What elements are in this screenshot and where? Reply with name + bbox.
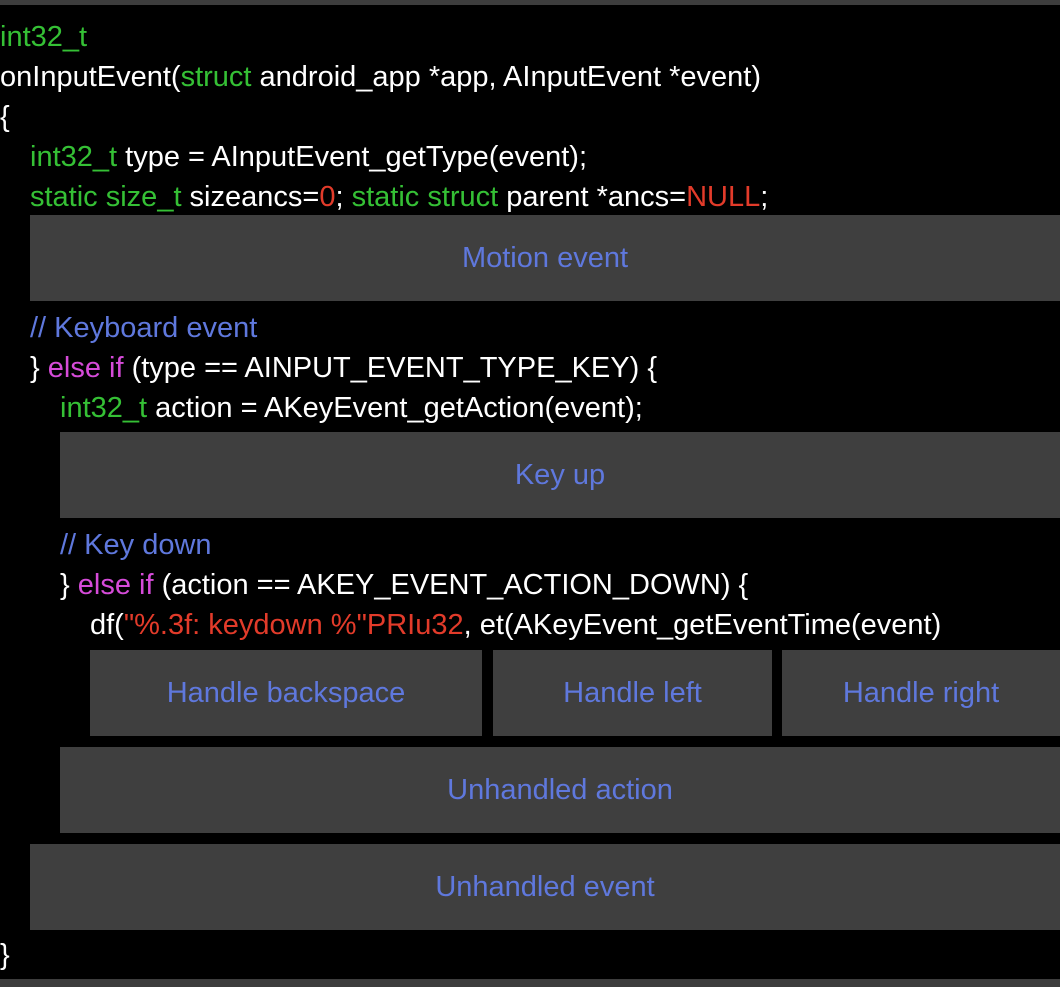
- function-call-token: df(: [90, 609, 124, 641]
- code-line-comment-keydown: // Key down: [60, 525, 212, 565]
- close-brace: }: [0, 939, 10, 971]
- statement-text: ;: [760, 181, 769, 213]
- else-if-keyword: else if: [77, 569, 154, 601]
- statement-text: type = AInputEvent_getType(event);: [117, 141, 588, 173]
- open-brace: {: [0, 101, 10, 133]
- comment: // Keyboard event: [30, 312, 258, 344]
- literal-zero: 0: [319, 181, 336, 213]
- statement-text: action = AKeyEvent_getAction(event);: [147, 392, 643, 424]
- close-brace: }: [60, 569, 78, 601]
- fold-motion-event[interactable]: Motion event: [30, 215, 1060, 301]
- fold-handle-backspace[interactable]: Handle backspace: [90, 650, 482, 736]
- fold-key-up[interactable]: Key up: [60, 432, 1060, 518]
- fold-unhandled-action[interactable]: Unhandled action: [60, 747, 1060, 833]
- statement-text: , et(AKeyEvent_getEventTime(event): [463, 609, 942, 641]
- statement-text: (type == AINPUT_EVENT_TYPE_KEY) {: [123, 352, 658, 384]
- literal-null: NULL: [686, 181, 761, 213]
- code-line-8: int32_t action = AKeyEvent_getAction(eve…: [60, 388, 643, 428]
- statement-text: (action == AKEY_EVENT_ACTION_DOWN) {: [153, 569, 749, 601]
- code-line-7: } else if (type == AINPUT_EVENT_TYPE_KEY…: [30, 348, 657, 388]
- code-editor: int32_t onInputEvent(struct android_app …: [0, 0, 1060, 987]
- return-type-token: int32_t: [0, 21, 88, 53]
- statement-text: ;: [335, 181, 352, 213]
- format-string-literal: "%.3f: keydown %"PRIu32: [123, 609, 464, 641]
- struct-keyword: struct: [180, 61, 252, 93]
- static-keyword: static size_t: [30, 181, 182, 213]
- code-line-5: static size_t sizeancs=0; static struct …: [30, 177, 768, 217]
- comment: // Key down: [60, 529, 212, 561]
- type-keyword: int32_t: [60, 392, 148, 424]
- statement-text: parent *ancs=: [498, 181, 687, 213]
- code-line-last: }: [0, 935, 10, 975]
- code-line-2: onInputEvent(struct android_app *app, AI…: [0, 57, 761, 97]
- close-brace: }: [30, 352, 48, 384]
- params-token: android_app *app, AInputEvent *event): [251, 61, 761, 93]
- code-line-1: int32_t: [0, 17, 87, 57]
- statement-text: sizeancs=: [181, 181, 320, 213]
- code-line-3: {: [0, 97, 10, 137]
- fold-handle-right[interactable]: Handle right: [782, 650, 1060, 736]
- else-if-keyword: else if: [47, 352, 124, 384]
- static-keyword: static struct: [351, 181, 499, 213]
- code-line-comment-keyboard: // Keyboard event: [30, 308, 257, 348]
- code-line-4: int32_t type = AInputEvent_getType(event…: [30, 137, 587, 177]
- fold-handle-left[interactable]: Handle left: [493, 650, 772, 736]
- function-name-token: onInputEvent(: [0, 61, 181, 93]
- code-line-10: } else if (action == AKEY_EVENT_ACTION_D…: [60, 565, 748, 605]
- fold-unhandled-event[interactable]: Unhandled event: [30, 844, 1060, 930]
- code-line-11: df("%.3f: keydown %"PRIu32, et(AKeyEvent…: [90, 605, 941, 645]
- type-keyword: int32_t: [30, 141, 118, 173]
